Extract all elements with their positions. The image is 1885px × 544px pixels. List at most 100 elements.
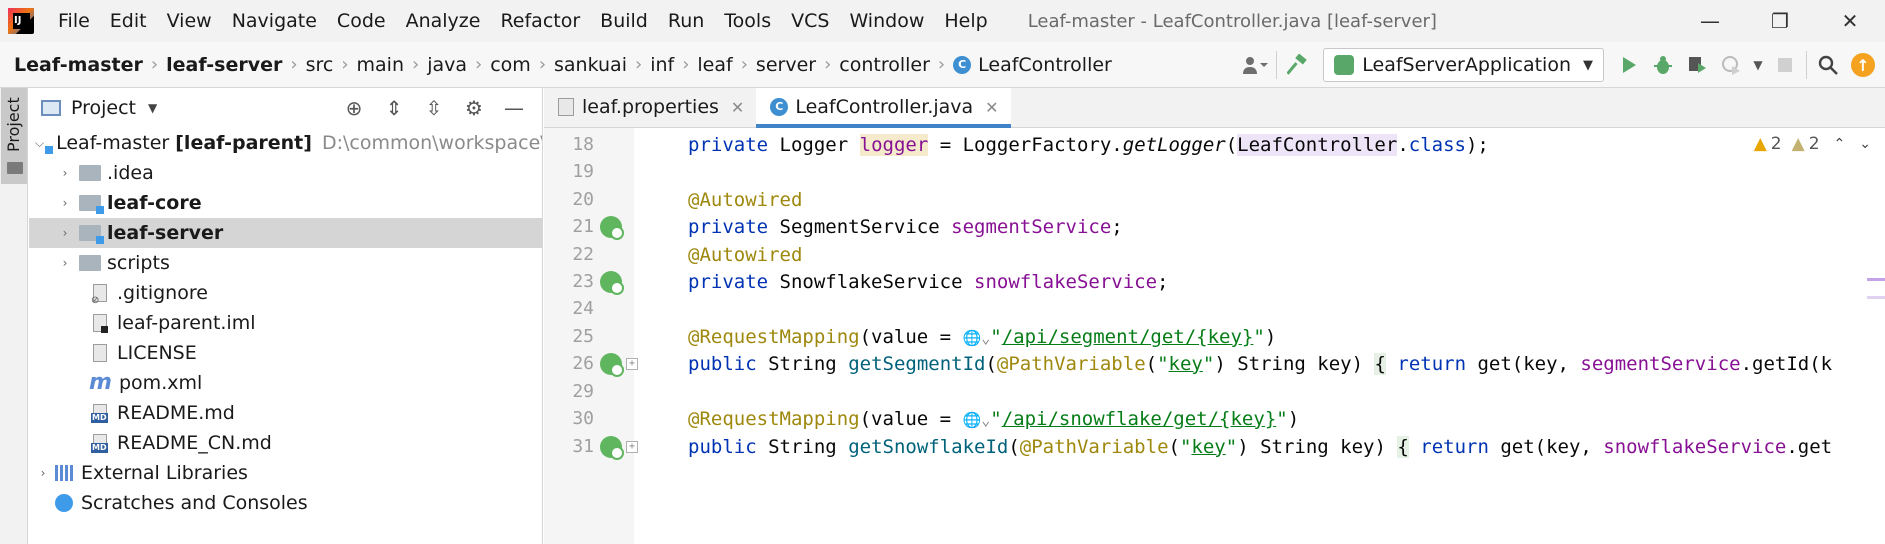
breadcrumb-item[interactable]: inf	[650, 54, 674, 76]
menu-edit[interactable]: Edit	[100, 10, 157, 32]
coverage-icon[interactable]	[1680, 48, 1714, 82]
stop-icon[interactable]	[1768, 48, 1802, 82]
menu-window[interactable]: Window	[839, 10, 934, 32]
tree-item-idea[interactable]: › .idea	[29, 158, 542, 188]
run-configuration-label: LeafServerApplication	[1362, 54, 1571, 76]
tree-item-license[interactable]: LICENSE	[29, 338, 542, 368]
locate-file-icon[interactable]: ⊕	[334, 96, 374, 120]
tree-item-leaf-master[interactable]: ⌵ Leaf-master [leaf-parent] D:\common\wo…	[29, 128, 542, 158]
close-button[interactable]: ✕	[1815, 0, 1885, 42]
tree-item-label: pom.xml	[119, 372, 203, 394]
profile-icon[interactable]	[1714, 48, 1748, 82]
close-icon[interactable]: ✕	[985, 98, 998, 117]
project-panel-title[interactable]: Project	[71, 97, 136, 119]
close-icon[interactable]: ✕	[731, 98, 744, 117]
tree-item-readme-md[interactable]: README.md	[29, 398, 542, 428]
run-icon[interactable]	[1612, 48, 1646, 82]
tree-item-label: External Libraries	[81, 462, 248, 484]
breadcrumb-item[interactable]: src	[306, 54, 334, 76]
class-icon: C	[770, 98, 789, 116]
line-number: 29	[572, 381, 594, 402]
code-text: @RequestMapping(value = 🌐⌄"/api/snowflak…	[688, 407, 1300, 430]
error-stripe-mark[interactable]	[1867, 296, 1885, 299]
menu-tools[interactable]: Tools	[714, 10, 781, 32]
menu-help[interactable]: Help	[934, 10, 997, 32]
line-number: 20	[572, 189, 594, 210]
caret-down-icon[interactable]: ▼	[148, 101, 157, 115]
menu-navigate[interactable]: Navigate	[222, 10, 327, 32]
text-file-icon	[93, 344, 107, 362]
code-text: private Logger logger = LoggerFactory.ge…	[688, 133, 1489, 156]
caret-down-icon: ▼	[1583, 57, 1593, 73]
breadcrumb-item[interactable]: Leaf-master	[14, 54, 143, 76]
project-tool-window-tab[interactable]: Project	[1, 88, 27, 184]
debug-icon[interactable]	[1646, 48, 1680, 82]
breadcrumb-item[interactable]: server	[756, 54, 816, 76]
menu-file[interactable]: File	[48, 10, 100, 32]
bean-navigation-icon[interactable]	[600, 270, 624, 295]
restore-button[interactable]: ❐	[1745, 0, 1815, 42]
code-editor: leaf.properties ✕ C LeafController.java …	[544, 88, 1885, 544]
menu-vcs[interactable]: VCS	[781, 10, 839, 32]
breadcrumb-item[interactable]: sankuai	[554, 54, 627, 76]
endpoint-navigation-icon[interactable]	[600, 435, 624, 460]
expand-all-icon[interactable]: ⇕	[374, 96, 414, 120]
tree-item-leaf-parent-iml[interactable]: leaf-parent.iml	[29, 308, 542, 338]
menu-refactor[interactable]: Refactor	[490, 10, 590, 32]
chevron-right-icon[interactable]: ›	[35, 466, 51, 480]
left-tool-strip: Project	[0, 88, 28, 544]
hammer-icon[interactable]	[1281, 48, 1315, 82]
fold-icon[interactable]: +	[626, 440, 638, 453]
bean-navigation-icon[interactable]	[600, 215, 624, 240]
tree-item-gitignore[interactable]: .gitignore	[29, 278, 542, 308]
tree-item-external-libraries[interactable]: › External Libraries	[29, 458, 542, 488]
caret-down-icon[interactable]: ▼	[1748, 48, 1768, 82]
tree-item-pom-xml[interactable]: m pom.xml	[29, 368, 542, 398]
folder-icon	[79, 255, 101, 271]
breadcrumb-item[interactable]: leaf-server	[166, 54, 282, 76]
tree-item-scratches[interactable]: Scratches and Consoles	[29, 488, 542, 518]
tab-leaf-properties[interactable]: leaf.properties ✕	[544, 88, 756, 127]
tree-item-scripts[interactable]: › scripts	[29, 248, 542, 278]
error-stripe-mark[interactable]	[1867, 278, 1885, 281]
breadcrumb-item[interactable]: controller	[839, 54, 930, 76]
menu-view[interactable]: View	[157, 10, 222, 32]
chevron-right-icon[interactable]: ›	[57, 166, 73, 180]
ide-update-icon[interactable]: ↑	[1851, 53, 1875, 77]
endpoint-navigation-icon[interactable]	[600, 352, 624, 377]
collapse-all-icon[interactable]: ⇳	[414, 96, 454, 120]
breadcrumb-item[interactable]: LeafController	[978, 54, 1112, 76]
markdown-file-icon	[91, 434, 108, 453]
menu-run[interactable]: Run	[658, 10, 714, 32]
menu-code[interactable]: Code	[327, 10, 396, 32]
run-configuration-select[interactable]: LeafServerApplication ▼	[1323, 48, 1604, 82]
chevron-down-icon[interactable]: ⌵	[35, 136, 44, 151]
tree-item-leaf-server[interactable]: › leaf-server	[29, 218, 542, 248]
search-icon[interactable]	[1811, 48, 1845, 82]
user-icon[interactable]	[1238, 48, 1272, 82]
toolbar-divider	[1276, 51, 1278, 79]
menu-build[interactable]: Build	[590, 10, 658, 32]
chevron-right-icon[interactable]: ›	[57, 256, 73, 270]
gear-icon[interactable]: ⚙	[454, 96, 494, 120]
ignore-file-icon	[91, 284, 107, 306]
code-text: private SnowflakeService snowflakeServic…	[688, 270, 1169, 293]
chevron-right-icon[interactable]: ›	[57, 226, 73, 240]
fold-icon[interactable]: +	[626, 357, 638, 370]
breadcrumb-item[interactable]: java	[427, 54, 467, 76]
tab-label: LeafController.java	[795, 96, 974, 118]
code-text: @RequestMapping(value = 🌐⌄"/api/segment/…	[688, 325, 1277, 348]
tree-item-leaf-core[interactable]: › leaf-core	[29, 188, 542, 218]
chevron-right-icon[interactable]: ›	[57, 196, 73, 210]
menu-analyze[interactable]: Analyze	[396, 10, 491, 32]
breadcrumb-item[interactable]: leaf	[697, 54, 732, 76]
breadcrumb-item[interactable]: com	[490, 54, 531, 76]
tree-item-label: leaf-server	[107, 222, 224, 244]
code-area[interactable]: 18 private Logger logger = LoggerFactory…	[544, 128, 1885, 544]
minimize-button[interactable]: —	[1675, 0, 1745, 42]
tree-item-readme-cn-md[interactable]: README_CN.md	[29, 428, 542, 458]
tab-leaf-controller[interactable]: C LeafController.java ✕	[756, 88, 1011, 128]
breadcrumb-item[interactable]: main	[357, 54, 404, 76]
hide-icon[interactable]: —	[494, 96, 534, 120]
navigation-bar: Leaf-master › leaf-server › src › main › jav…	[0, 42, 1885, 88]
